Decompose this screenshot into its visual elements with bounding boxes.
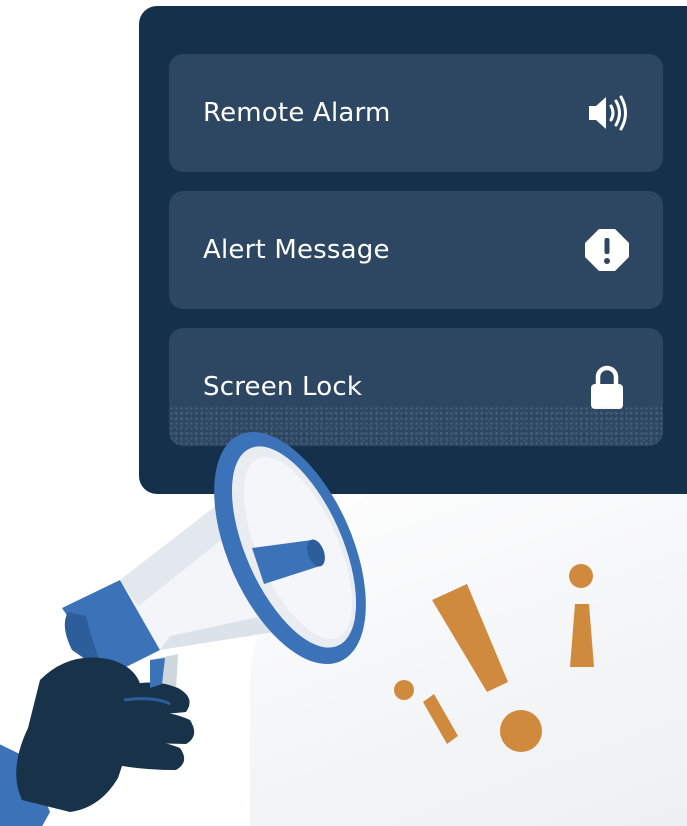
big-exclamation-dot	[500, 710, 542, 752]
tiny-exclamation-dot	[394, 680, 414, 700]
big-exclamation-bar	[432, 584, 508, 692]
tiny-exclamation-bar	[423, 694, 458, 744]
exclamation-marks	[394, 564, 594, 752]
small-exclamation-dot	[569, 564, 593, 588]
megaphone-illustration	[0, 431, 594, 826]
small-exclamation-bar	[570, 604, 594, 667]
